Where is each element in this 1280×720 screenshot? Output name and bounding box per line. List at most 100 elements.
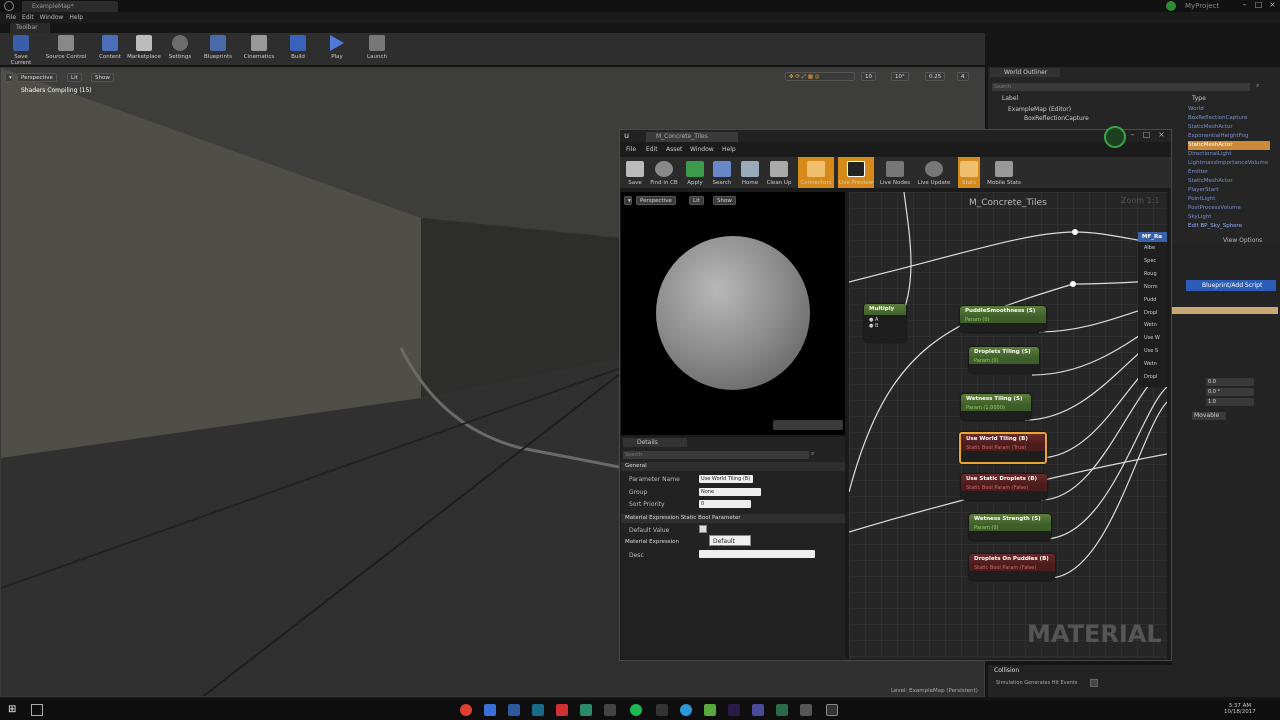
close-icon[interactable]: × bbox=[1155, 130, 1168, 140]
live-update-button[interactable]: Live Update bbox=[916, 157, 952, 186]
lit-button[interactable]: Lit bbox=[67, 73, 82, 82]
windows-start-icon[interactable]: ⊞ bbox=[8, 704, 20, 716]
outliner-search[interactable]: Search bbox=[992, 83, 1250, 91]
mat-save-button[interactable]: Save bbox=[624, 157, 646, 186]
preview-lit-button[interactable]: Lit bbox=[689, 196, 704, 205]
material-preview[interactable]: ▾ Perspective Lit Show bbox=[621, 192, 845, 435]
param-node[interactable]: Wetness Tiling (S) Param (1.0000) bbox=[961, 394, 1031, 420]
app-icon[interactable] bbox=[656, 704, 668, 716]
param-node[interactable]: Wetness Strength (S) Param (0) bbox=[969, 514, 1051, 540]
mobile-stats-button[interactable]: Mobile Stats bbox=[984, 157, 1024, 186]
rotation-field[interactable]: 0.0 ° bbox=[1206, 388, 1254, 396]
app-icon[interactable] bbox=[776, 704, 788, 716]
perspective-button[interactable]: Perspective bbox=[17, 73, 57, 82]
minimize-icon[interactable]: – bbox=[1238, 0, 1251, 10]
type-entry-selected[interactable]: StaticMeshActor bbox=[1188, 141, 1270, 150]
task-view-icon[interactable] bbox=[31, 704, 43, 716]
sim-hit-checkbox[interactable] bbox=[1090, 679, 1098, 687]
view-options-button[interactable]: View Options bbox=[1223, 237, 1262, 244]
mat-menu-file[interactable]: File bbox=[626, 146, 636, 153]
level-tab[interactable]: ExampleMap* bbox=[22, 1, 118, 12]
blueprint-add-script-button[interactable]: Blueprint/Add Script bbox=[1186, 280, 1276, 291]
group-select[interactable]: None bbox=[699, 488, 761, 496]
explorer-icon[interactable] bbox=[484, 704, 496, 716]
cinematics-button[interactable]: Cinematics bbox=[242, 35, 276, 60]
blueprints-button[interactable]: Blueprints bbox=[202, 35, 234, 60]
sort-priority-field[interactable]: 0 bbox=[699, 500, 751, 508]
launch-button[interactable]: Launch bbox=[364, 35, 390, 60]
multiply-node[interactable]: Multiply ● A ● B bbox=[864, 304, 906, 342]
outliner-tab[interactable]: World Outliner bbox=[990, 68, 1060, 77]
show-button[interactable]: Show bbox=[91, 73, 114, 82]
static-bool-section-header[interactable]: Material Expression Static Bool Paramete… bbox=[621, 514, 845, 523]
preview-shape-buttons[interactable] bbox=[773, 420, 843, 430]
maximize-icon[interactable]: □ bbox=[1252, 0, 1265, 10]
material-graph[interactable]: M_Concrete_Tiles Zoom 1:1 Multiply ● A ●… bbox=[849, 192, 1167, 659]
after-effects-icon[interactable] bbox=[728, 704, 740, 716]
edit-sky-link[interactable]: Edit BP_Sky_Sphere bbox=[1188, 222, 1270, 231]
outliner-label-header[interactable]: Label bbox=[1002, 95, 1018, 102]
app-icon[interactable] bbox=[800, 704, 812, 716]
unreal-taskbar-icon[interactable] bbox=[826, 704, 838, 716]
app-icon[interactable] bbox=[604, 704, 616, 716]
rotate-snap-value[interactable]: 10° bbox=[891, 72, 909, 81]
param-node[interactable]: Use Static Droplets (B) Static Bool Param… bbox=[961, 474, 1047, 500]
preview-perspective-button[interactable]: Perspective bbox=[636, 196, 676, 205]
transform-tools[interactable]: ✥ ⟳ ⤢ ▦ ◎ bbox=[785, 72, 855, 81]
app-icon[interactable] bbox=[580, 704, 592, 716]
menu-edit[interactable]: Edit bbox=[22, 12, 34, 21]
app-icon[interactable] bbox=[704, 704, 716, 716]
viewport-options-icon[interactable]: ▾ bbox=[5, 73, 13, 82]
mat-menu-window[interactable]: Window bbox=[690, 146, 714, 153]
preview-show-button[interactable]: Show bbox=[713, 196, 736, 205]
mobility-movable[interactable]: Movable bbox=[1192, 412, 1226, 420]
chrome-icon[interactable] bbox=[460, 704, 472, 716]
general-section-header[interactable]: General bbox=[621, 462, 845, 471]
preview-options-icon[interactable]: ▾ bbox=[624, 196, 632, 205]
camera-speed-value[interactable]: 4 bbox=[957, 72, 969, 81]
clock[interactable]: 3:37 AM 10/18/2017 bbox=[1224, 703, 1256, 715]
grid-snap-value[interactable]: 10 bbox=[861, 72, 876, 81]
content-button[interactable]: Content bbox=[96, 35, 124, 60]
live-preview-button[interactable]: Live Preview bbox=[838, 157, 874, 188]
menu-window[interactable]: Window bbox=[40, 12, 64, 21]
outliner-row[interactable]: ExampleMap (Editor) bbox=[1008, 105, 1071, 114]
home-button[interactable]: Home bbox=[738, 157, 762, 186]
clean-up-button[interactable]: Clean Up bbox=[764, 157, 794, 186]
outliner-type-header[interactable]: Type bbox=[1192, 95, 1206, 102]
close-icon[interactable]: × bbox=[1266, 0, 1279, 10]
param-node[interactable]: Droplets Tiling (S) Param (0) bbox=[969, 347, 1039, 373]
location-field[interactable]: 0.0 bbox=[1206, 378, 1254, 386]
photoshop-icon[interactable] bbox=[508, 704, 520, 716]
expression-section-header[interactable]: Material Expression bbox=[621, 538, 707, 547]
speedgrade-icon[interactable] bbox=[532, 704, 544, 716]
mat-search-button[interactable]: Search bbox=[710, 157, 734, 186]
save-current-button[interactable]: Save Current bbox=[4, 35, 38, 66]
skype-icon[interactable] bbox=[680, 704, 692, 716]
minimize-icon[interactable]: – bbox=[1126, 130, 1139, 140]
mat-menu-asset[interactable]: Asset bbox=[666, 146, 682, 153]
spotify-icon[interactable] bbox=[630, 704, 642, 716]
menu-help[interactable]: Help bbox=[69, 12, 83, 21]
scale-snap-value[interactable]: 0.25 bbox=[925, 72, 946, 81]
settings-button[interactable]: Settings bbox=[166, 35, 194, 60]
material-function-node[interactable]: MF_Ra Albe Spec Roug Norm Pudd Dropl Wetn Use W… bbox=[1138, 232, 1167, 387]
param-node[interactable]: PuddleSmoothness (S) Param (0) bbox=[960, 306, 1046, 332]
details-search[interactable]: Search bbox=[623, 451, 809, 459]
scale-field[interactable]: 1.0 bbox=[1206, 398, 1254, 406]
source-control-button[interactable]: Source Control bbox=[44, 35, 88, 60]
default-value-checkbox[interactable] bbox=[699, 525, 707, 533]
marketplace-button[interactable]: Marketplace bbox=[126, 35, 162, 60]
build-button[interactable]: Build bbox=[286, 35, 310, 60]
selected-component-row[interactable] bbox=[1172, 307, 1278, 314]
collision-header[interactable]: Collision bbox=[994, 667, 1019, 674]
param-node-selected[interactable]: Use World Tiling (B) Static Bool Param (T… bbox=[959, 432, 1047, 464]
play-button[interactable]: Play bbox=[326, 35, 348, 60]
outliner-row[interactable]: BoxReflectionCapture bbox=[1024, 114, 1089, 123]
media-icon[interactable] bbox=[556, 704, 568, 716]
material-tab[interactable]: M_Concrete_Tiles bbox=[646, 132, 738, 142]
connectors-button[interactable]: Connectors bbox=[798, 157, 834, 188]
find-in-cb-button[interactable]: Find in CB bbox=[648, 157, 680, 186]
live-nodes-button[interactable]: Live Nodes bbox=[878, 157, 912, 186]
maximize-icon[interactable]: □ bbox=[1140, 130, 1153, 140]
